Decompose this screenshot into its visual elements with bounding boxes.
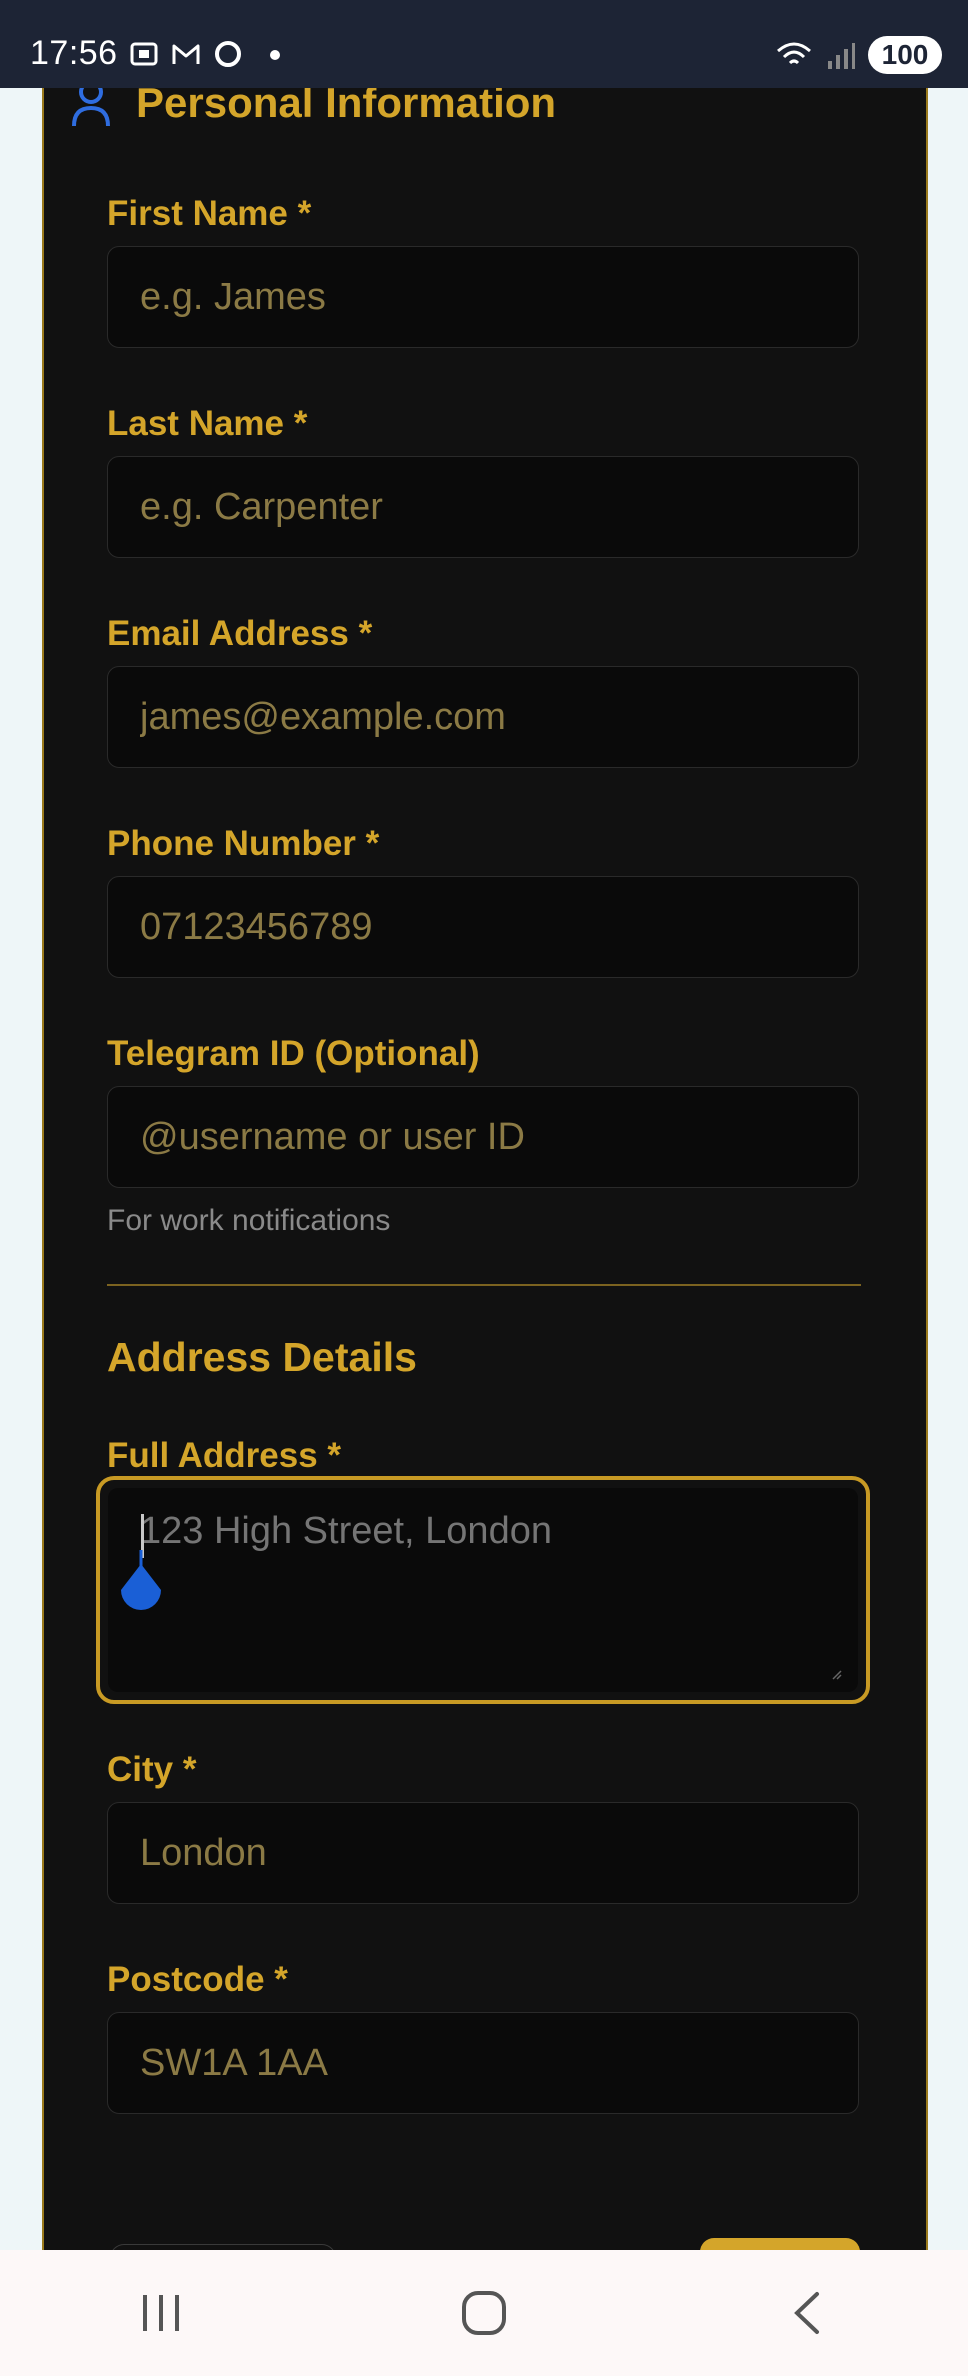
city-label: City * xyxy=(107,1750,197,1789)
telegram-label: Telegram ID (Optional) xyxy=(107,1034,480,1073)
home-icon xyxy=(461,2291,506,2335)
home-button[interactable] xyxy=(444,2273,524,2353)
city-field[interactable] xyxy=(107,1802,859,1904)
email-label: Email Address * xyxy=(107,614,373,653)
phone-field[interactable] xyxy=(107,876,859,978)
recent-apps-button[interactable] xyxy=(121,2273,201,2353)
wifi-icon xyxy=(777,42,811,65)
system-icons: 100 xyxy=(774,36,942,74)
battery-indicator: 100 xyxy=(868,36,942,74)
telegram-helper-text: For work notifications xyxy=(107,1204,391,1237)
phone-label: Phone Number * xyxy=(107,824,380,863)
full-address-label: Full Address * xyxy=(107,1436,342,1475)
section-divider xyxy=(107,1284,861,1286)
system-nav-bar xyxy=(0,2250,968,2376)
email-field[interactable] xyxy=(107,666,859,768)
more-notifications-dot xyxy=(270,50,280,60)
city-input[interactable] xyxy=(108,1803,858,1903)
first-name-field[interactable] xyxy=(107,246,859,348)
telegram-field[interactable] xyxy=(107,1086,859,1188)
telegram-input[interactable] xyxy=(108,1087,858,1187)
resize-grip-icon[interactable] xyxy=(832,1670,842,1680)
gmail-icon xyxy=(172,44,200,64)
back-icon xyxy=(793,2292,819,2334)
full-address-textarea[interactable] xyxy=(108,1488,858,1692)
signal-icon xyxy=(828,43,855,69)
text-selection-handle-icon[interactable] xyxy=(113,1550,169,1624)
sync-icon xyxy=(215,41,241,67)
phone-input[interactable] xyxy=(108,877,858,977)
notification-icons xyxy=(128,38,244,70)
last-name-label: Last Name * xyxy=(107,404,308,443)
recent-apps-icon xyxy=(143,2295,180,2331)
address-section-title: Address Details xyxy=(107,1334,417,1380)
last-name-input[interactable] xyxy=(108,457,858,557)
back-button[interactable] xyxy=(767,2273,847,2353)
status-bar: 17:56 100 xyxy=(0,0,968,88)
postcode-label: Postcode * xyxy=(107,1960,288,1999)
postcode-field[interactable] xyxy=(107,2012,859,2114)
first-name-input[interactable] xyxy=(108,247,858,347)
full-address-focus-ring[interactable] xyxy=(96,1476,870,1704)
first-name-label: First Name * xyxy=(107,194,312,233)
screenshot-icon xyxy=(130,42,158,66)
status-time: 17:56 xyxy=(30,34,118,72)
full-address-field[interactable] xyxy=(108,1488,858,1692)
postcode-input[interactable] xyxy=(108,2013,858,2113)
last-name-field[interactable] xyxy=(107,456,859,558)
email-input[interactable] xyxy=(108,667,858,767)
